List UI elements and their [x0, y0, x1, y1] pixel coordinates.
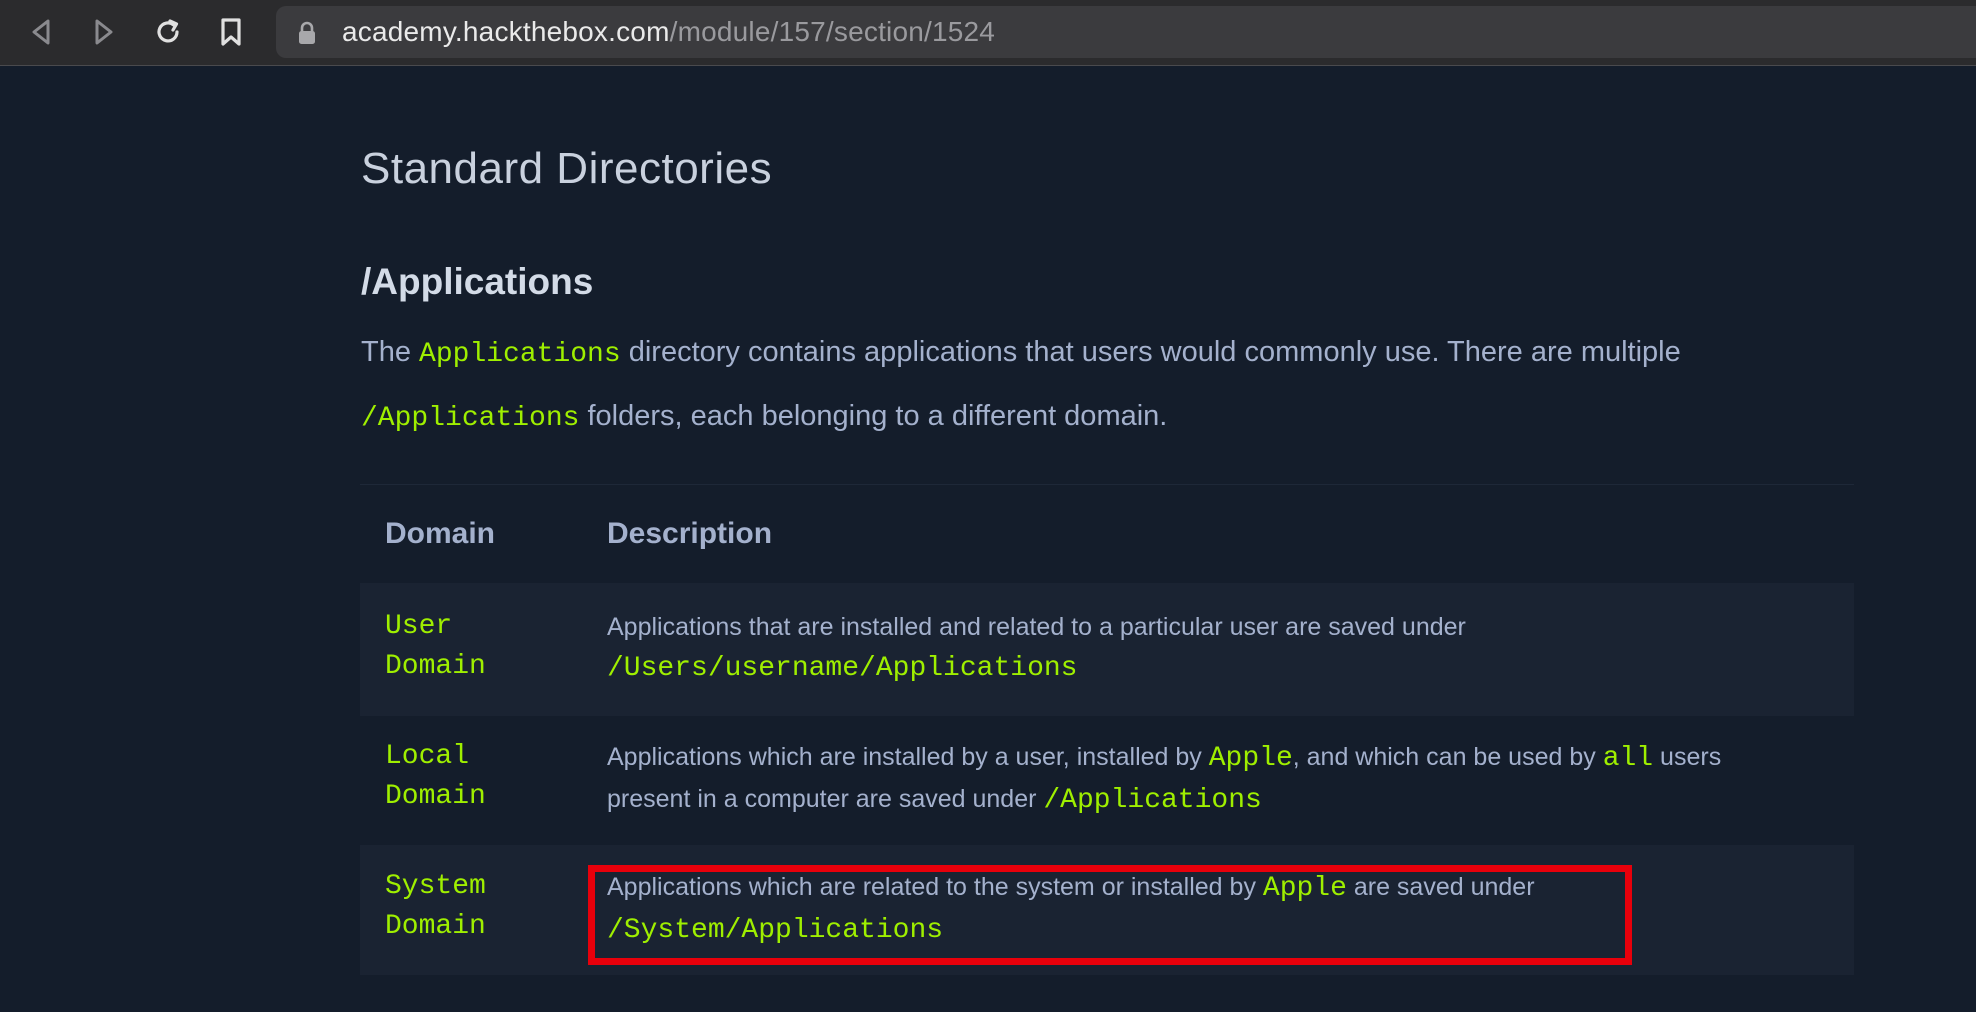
para-text: The [361, 336, 420, 368]
lock-icon [298, 19, 320, 45]
description-text: users [1653, 743, 1722, 771]
inline-code: Applications [419, 339, 621, 370]
description-text: , and which can be used by [1292, 743, 1603, 771]
browser-toolbar: academy.hackthebox.com/module/157/sectio… [0, 0, 1976, 66]
description-text: Applications that are installed and rela… [607, 613, 1466, 641]
bookmark-button[interactable] [211, 12, 251, 52]
inline-code: /Applications [361, 403, 580, 434]
para-text: folders, each belonging to a different d… [579, 400, 1168, 432]
table-row: User Domain Applications that are instal… [360, 583, 1854, 716]
page-title: Standard Directories [361, 144, 773, 193]
inline-code: /Applications [1043, 785, 1262, 816]
url-text: academy.hackthebox.com/module/157/sectio… [342, 16, 995, 48]
column-header-description: Description [607, 517, 773, 550]
intro-paragraph-line-2: /Applications folders, each belonging to… [361, 400, 1167, 434]
reload-button[interactable] [148, 12, 188, 52]
inline-code: Apple [1208, 743, 1293, 774]
domain-cell: System Domain [385, 867, 535, 947]
domain-text: System [385, 871, 486, 902]
reload-icon [157, 19, 179, 43]
url-path: /module/157/section/1524 [669, 16, 996, 47]
back-icon [32, 19, 50, 45]
bookmark-icon [221, 18, 241, 46]
domain-text: Local [385, 741, 470, 772]
inline-code: /Users/username/Applications [607, 653, 1078, 684]
description-cell: Applications that are installed and rela… [607, 607, 1807, 689]
description-text: Applications which are installed by a us… [607, 743, 1209, 771]
intro-paragraph-line-1: The Applications directory contains appl… [361, 336, 1681, 370]
table-row: System Domain Applications which are rel… [360, 845, 1854, 975]
domain-cell: Local Domain [385, 737, 535, 817]
column-header-domain: Domain [385, 517, 496, 550]
domain-cell: User Domain [385, 607, 535, 687]
domain-text: Domain [385, 781, 486, 812]
domains-table: Domain Description User Domain Applicati… [360, 484, 1854, 975]
forward-button[interactable] [84, 12, 124, 52]
inline-code: all [1602, 743, 1654, 774]
red-highlight-box [588, 865, 1632, 965]
forward-icon [95, 19, 113, 45]
url-host: academy.hackthebox.com [342, 16, 670, 47]
table-row: Local Domain Applications which are inst… [360, 716, 1854, 845]
address-bar[interactable]: academy.hackthebox.com/module/157/sectio… [276, 6, 1976, 58]
table-header: Domain Description [360, 485, 1854, 583]
domain-text: Domain [385, 651, 486, 682]
domain-text: Domain [385, 911, 486, 942]
section-heading: /Applications [361, 261, 594, 302]
para-text: directory contains applications that use… [620, 336, 1681, 368]
description-text: present in a computer are saved under [607, 785, 1044, 813]
back-button[interactable] [21, 12, 61, 52]
domain-text: User [385, 611, 453, 642]
description-cell: Applications which are installed by a us… [607, 737, 1807, 821]
